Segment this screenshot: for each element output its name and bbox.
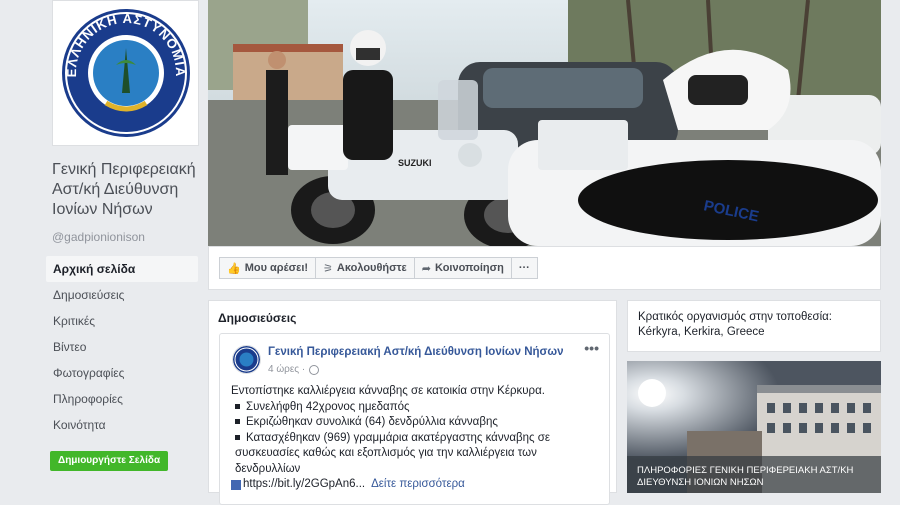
like-button[interactable]: 👍 Μου αρέσει!	[219, 257, 317, 279]
globe-icon	[309, 364, 320, 375]
post-bullet-text: Κατασχέθηκαν (969) γραμμάρια ακατέργαστη…	[235, 431, 550, 475]
create-page-button[interactable]: Δημιουργήστε Σελίδα	[50, 451, 169, 471]
post-bullet-text: Συνελήφθη 42χρονος ημεδαπός	[246, 400, 410, 413]
post-intro: Εντοπίστηκε καλλιέργεια κάνναβης σε κατο…	[231, 385, 545, 397]
photo-caption: ΠΛΗΡΟΦΟΡΙΕΣ ΓΕΝΙΚΗ ΠΕΡΙΦΕΡΕΙΑΚΗ ΑΣΤ/ΚΗ Δ…	[637, 465, 854, 488]
like-label: Μου αρέσει!	[244, 262, 309, 274]
page-action-bar: 👍 Μου αρέσει! ⚞ Ακολουθήστε ➦ Κοινοποίησ…	[208, 246, 881, 290]
page-username: @gadpionionison	[52, 230, 145, 244]
follow-label: Ακολουθήστε	[336, 262, 407, 274]
hellenic-police-emblem-small	[233, 346, 260, 373]
hellenic-police-emblem: ΕΛΛΗΝΙΚΗ ΑΣΤΥΝΟΜΙΑ	[61, 9, 190, 137]
nav-item-posts[interactable]: Δημοσιεύσεις	[46, 282, 198, 308]
share-label: Κοινοποίηση	[435, 262, 504, 274]
post-timestamp[interactable]: 4 ώρες ·	[268, 364, 320, 375]
featured-photo[interactable]: ΠΛΗΡΟΦΟΡΙΕΣ ΓΕΝΙΚΗ ΠΕΡΙΦΕΡΕΙΑΚΗ ΑΣΤ/ΚΗ Δ…	[627, 361, 881, 493]
cover-photo-image: SUZUKI POLICE	[208, 0, 881, 246]
posts-heading: Δημοσιεύσεις	[218, 311, 297, 325]
bullet-icon	[235, 434, 240, 440]
post-options-button[interactable]: •••	[584, 340, 599, 356]
nav-item-photos[interactable]: Φωτογραφίες	[46, 360, 198, 386]
nav-item-about[interactable]: Πληροφορίες	[46, 386, 198, 412]
nav-item-reviews[interactable]: Κριτικές	[46, 308, 198, 334]
share-button[interactable]: ➦ Κοινοποίηση	[413, 257, 512, 279]
motorcycle-brand: SUZUKI	[398, 158, 432, 168]
page-profile-picture[interactable]: ΕΛΛΗΝΙΚΗ ΑΣΤΥΝΟΜΙΑ	[52, 0, 199, 146]
more-options-button[interactable]: ···	[510, 257, 538, 279]
page-category-info: Κρατικός οργανισμός στην τοποθεσία: Kérk…	[627, 300, 881, 352]
bullet-icon	[235, 419, 240, 425]
post-bullet: Συνελήφθη 42χρονος ημεδαπός	[231, 400, 601, 416]
post-author-link[interactable]: Γενική Περιφερειακή Αστ/κή Διεύθυνση Ιον…	[268, 346, 564, 358]
post-link-row: https://bit.ly/2GGpAn6... Δείτε περισσότ…	[231, 477, 601, 493]
post-bullet: Κατασχέθηκαν (969) γραμμάρια ακατέργαστη…	[231, 431, 601, 478]
post-text: Εντοπίστηκε καλλιέργεια κάνναβης σε κατο…	[231, 384, 601, 493]
page-title[interactable]: Γενική Περιφερειακή Αστ/κή Διεύθυνση Ιον…	[52, 160, 204, 220]
post-bullet: Εκριζώθηκαν συνολικά (64) δενδρύλλια κάν…	[231, 415, 601, 431]
post-item: Γενική Περιφερειακή Αστ/κή Διεύθυνση Ιον…	[219, 333, 610, 505]
post-link[interactable]: https://bit.ly/2GGpAn6...	[243, 477, 365, 493]
left-navigation: Αρχική σελίδα Δημοσιεύσεις Κριτικές Βίντ…	[46, 256, 198, 438]
post-time: 4 ώρες ·	[268, 364, 306, 375]
play-icon	[231, 479, 241, 490]
bullet-icon	[235, 403, 240, 409]
nav-item-home[interactable]: Αρχική σελίδα	[46, 256, 198, 282]
rss-icon: ⚞	[323, 262, 333, 275]
posts-section: Δημοσιεύσεις Γενική Περιφερειακή Αστ/κή …	[208, 300, 617, 505]
nav-item-community[interactable]: Κοινότητα	[46, 412, 198, 438]
nav-item-videos[interactable]: Βίντεο	[46, 334, 198, 360]
follow-button[interactable]: ⚞ Ακολουθήστε	[315, 257, 415, 279]
post-author-avatar[interactable]	[232, 345, 261, 374]
thumbs-up-icon: 👍	[227, 262, 241, 275]
share-arrow-icon: ➦	[421, 262, 431, 275]
cover-photo[interactable]: SUZUKI POLICE	[208, 0, 881, 246]
more-options-icon: ···	[518, 262, 530, 274]
post-bullet-text: Εκριζώθηκαν συνολικά (64) δενδρύλλια κάν…	[246, 416, 498, 428]
see-more-link[interactable]: Δείτε περισσότερα	[371, 477, 465, 493]
